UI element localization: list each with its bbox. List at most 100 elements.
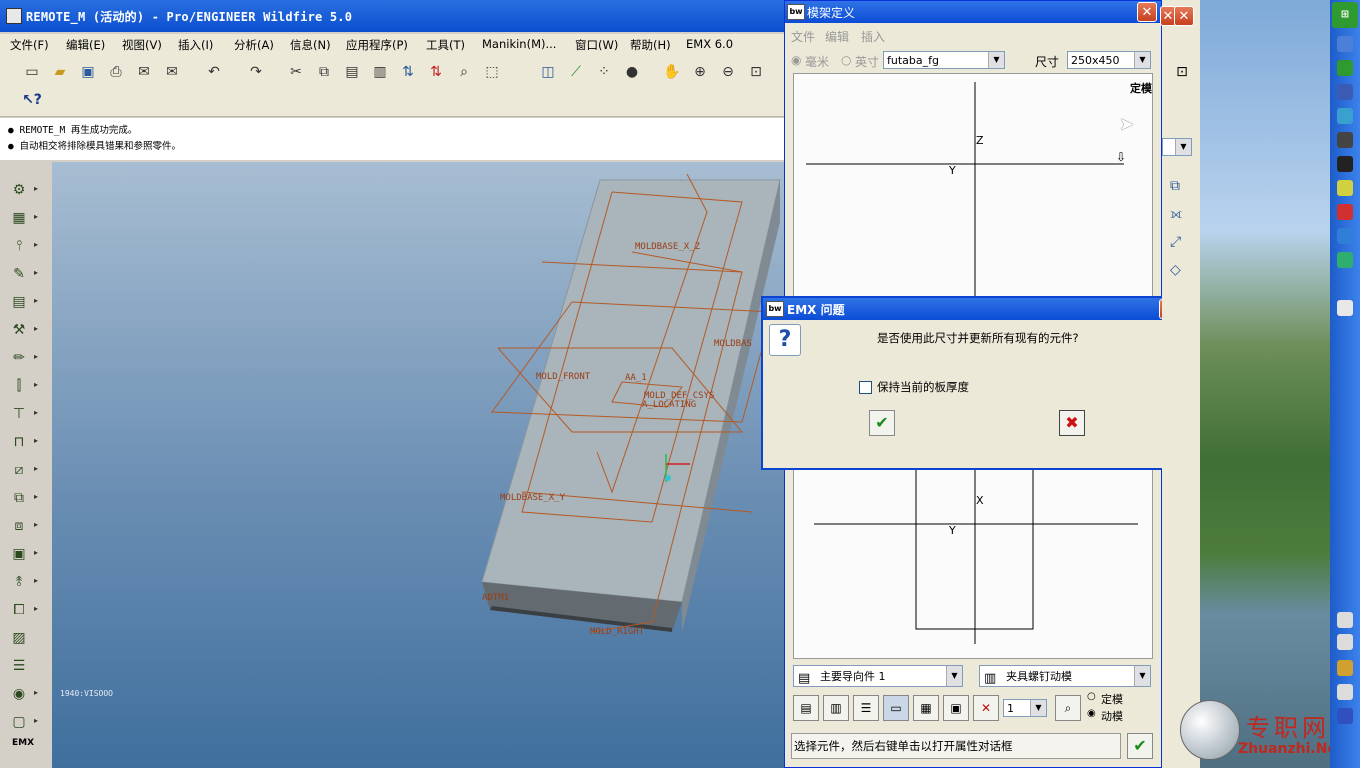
security-icon[interactable] [1337,60,1353,76]
mold-close-button[interactable]: ✕ [1137,2,1157,22]
undo-icon[interactable]: ↶ [204,62,224,82]
datum-points-icon[interactable]: ⁘ [594,62,614,82]
open-folder-icon[interactable]: ▰ [50,62,70,82]
pan-icon[interactable]: ✋ [662,62,682,82]
radio-mm[interactable]: ◉ [791,53,801,67]
menu-view[interactable]: 视图(V) [122,37,162,53]
assembly-icon[interactable]: ⧠ [8,600,30,620]
save-icon[interactable]: ▣ [78,62,98,82]
slider-icon[interactable]: ⧄ [8,460,30,480]
paste-special-icon[interactable]: ▥ [370,62,390,82]
open-assembly-button[interactable]: ▤ [793,695,819,721]
context-help-icon[interactable]: ↖? [22,90,42,110]
tray-app-icon[interactable] [1337,180,1353,196]
graphics-viewport[interactable]: MOLDBASE_X_Z MOLDBAS MOLD_FRONT AA_1 MOL… [52,162,784,768]
mold-ok-button[interactable]: ✔ [1127,733,1153,759]
drawing-icon[interactable]: ▢ [8,712,30,732]
new-file-icon[interactable]: ▭ [22,62,42,82]
bushing-icon[interactable]: ⊓ [8,432,30,452]
spring-icon[interactable]: ⥉ [8,572,30,592]
windows-logo-icon[interactable]: ⊞ [1332,2,1358,28]
surface-tool-icon[interactable]: ◇ [1170,262,1181,278]
guide-dropdown[interactable]: ▤ 主要导向件 1 ▼ [793,665,963,687]
shading-icon[interactable]: ● [622,62,642,82]
menu-insert[interactable]: 插入(I) [178,37,213,53]
copy-tool-icon[interactable]: ⧉ [1170,178,1180,194]
menu-tools[interactable]: 工具(T) [426,37,465,53]
dialog-ok-button[interactable]: ✔ [869,410,895,436]
menu-edit[interactable]: 编辑(E) [66,37,105,53]
size-dropdown[interactable]: 250x450 ▼ [1067,51,1151,69]
datum-planes-icon[interactable]: ◫ [538,62,558,82]
keep-thickness-checkbox[interactable] [859,381,872,394]
dialog-cancel-button[interactable]: ✖ [1059,410,1085,436]
camera-icon[interactable] [1337,156,1353,172]
tray-icon[interactable] [1337,660,1353,676]
delete-plate-button[interactable]: ✕ [973,695,999,721]
mirror-tool-icon[interactable]: ⟗ [1170,206,1182,222]
hatch-icon[interactable]: ▨ [8,628,30,648]
lifter-icon[interactable]: ⧉ [8,488,30,508]
grid-view-button[interactable]: ▦ [913,695,939,721]
side-dropdown[interactable]: ▼ [1162,138,1192,156]
volume-icon[interactable] [1337,634,1353,650]
menu-emx[interactable]: EMX 6.0 [686,37,733,51]
datum-label[interactable]: A_LOCATING [642,400,696,410]
ejector-icon[interactable]: ▤ [8,292,30,312]
menu-analysis[interactable]: 分析(A) [234,37,274,53]
menu-info[interactable]: 信息(N) [290,37,331,53]
network-icon[interactable] [1337,228,1353,244]
datum-axes-icon[interactable]: ⟋ [566,62,586,82]
send-copy-icon[interactable]: ✉ [162,62,182,82]
datum-label[interactable]: MOLDBAS [714,339,752,349]
vendor-dropdown[interactable]: futaba_fg ▼ [883,51,1005,69]
dowel-icon[interactable]: ⚒ [8,320,30,340]
keyboard-icon[interactable] [1337,612,1353,628]
paste-icon[interactable]: ▤ [342,62,362,82]
menu-applications[interactable]: 应用程序(P) [346,37,408,53]
pin-icon[interactable]: ⫿ [8,376,30,396]
screw-dropdown[interactable]: ▥ 夹具螺钉动模 ▼ [979,665,1151,687]
refit-icon[interactable]: ⊡ [746,62,766,82]
redo-icon[interactable]: ↷ [246,62,266,82]
active-window-icon[interactable] [1337,300,1353,316]
guide-pin-icon[interactable]: ⫯ [8,236,30,256]
datum-label[interactable]: MOLD_FRONT [536,372,590,382]
mold-model-icon[interactable]: ⚙ [8,180,30,200]
menu-file[interactable]: 文件(F) [10,37,49,53]
zoom-in-icon[interactable]: ⊕ [690,62,710,82]
quantity-dropdown[interactable]: 1 ▼ [1003,699,1047,717]
radio-fixed[interactable]: ○ [1087,691,1096,702]
pen-icon[interactable]: ✏ [8,348,30,368]
regenerate-icon[interactable]: ⇅ [398,62,418,82]
bom-icon[interactable]: ☰ [8,656,30,676]
screw-icon[interactable]: ✎ [8,264,30,284]
moldbase-icon[interactable]: ▦ [8,208,30,228]
mold-menu-edit[interactable]: 编辑 [825,28,849,45]
cooling-icon[interactable]: ⧈ [8,516,30,536]
radio-inch[interactable]: ○ [841,53,851,67]
cut-icon[interactable]: ✂ [286,62,306,82]
ie-icon[interactable] [1337,36,1353,52]
radio-moving[interactable]: ◉ [1087,708,1096,719]
sprue-icon[interactable]: ⊤ [8,404,30,424]
mold-menu-file[interactable]: 文件 [791,28,815,45]
drag-handle-icon[interactable]: ⇩ [1116,150,1126,164]
move-tool-icon[interactable]: ⤢ [1170,234,1181,250]
plate-view-button[interactable]: ▭ [883,695,909,721]
eye-icon[interactable]: ◉ [8,684,30,704]
zoom-view-button[interactable]: ⌕ [1055,695,1081,721]
print-icon[interactable]: ⎙ [106,62,126,82]
regenerate-manager-icon[interactable]: ⇅ [426,62,446,82]
copy-icon[interactable]: ⧉ [314,62,334,82]
send-mail-icon[interactable]: ✉ [134,62,154,82]
menu-manikin[interactable]: Manikin(M)... [482,37,556,51]
menu-window[interactable]: 窗口(W) [575,37,618,53]
zoom-out-icon[interactable]: ⊖ [718,62,738,82]
select-box-icon[interactable]: ⬚ [482,62,502,82]
media-icon[interactable] [1337,132,1353,148]
shield-icon[interactable] [1337,252,1353,268]
background-close-button[interactable]: ✕ [1174,6,1194,26]
save-assembly-button[interactable]: ▥ [823,695,849,721]
plate-stack-button[interactable]: ▣ [943,695,969,721]
